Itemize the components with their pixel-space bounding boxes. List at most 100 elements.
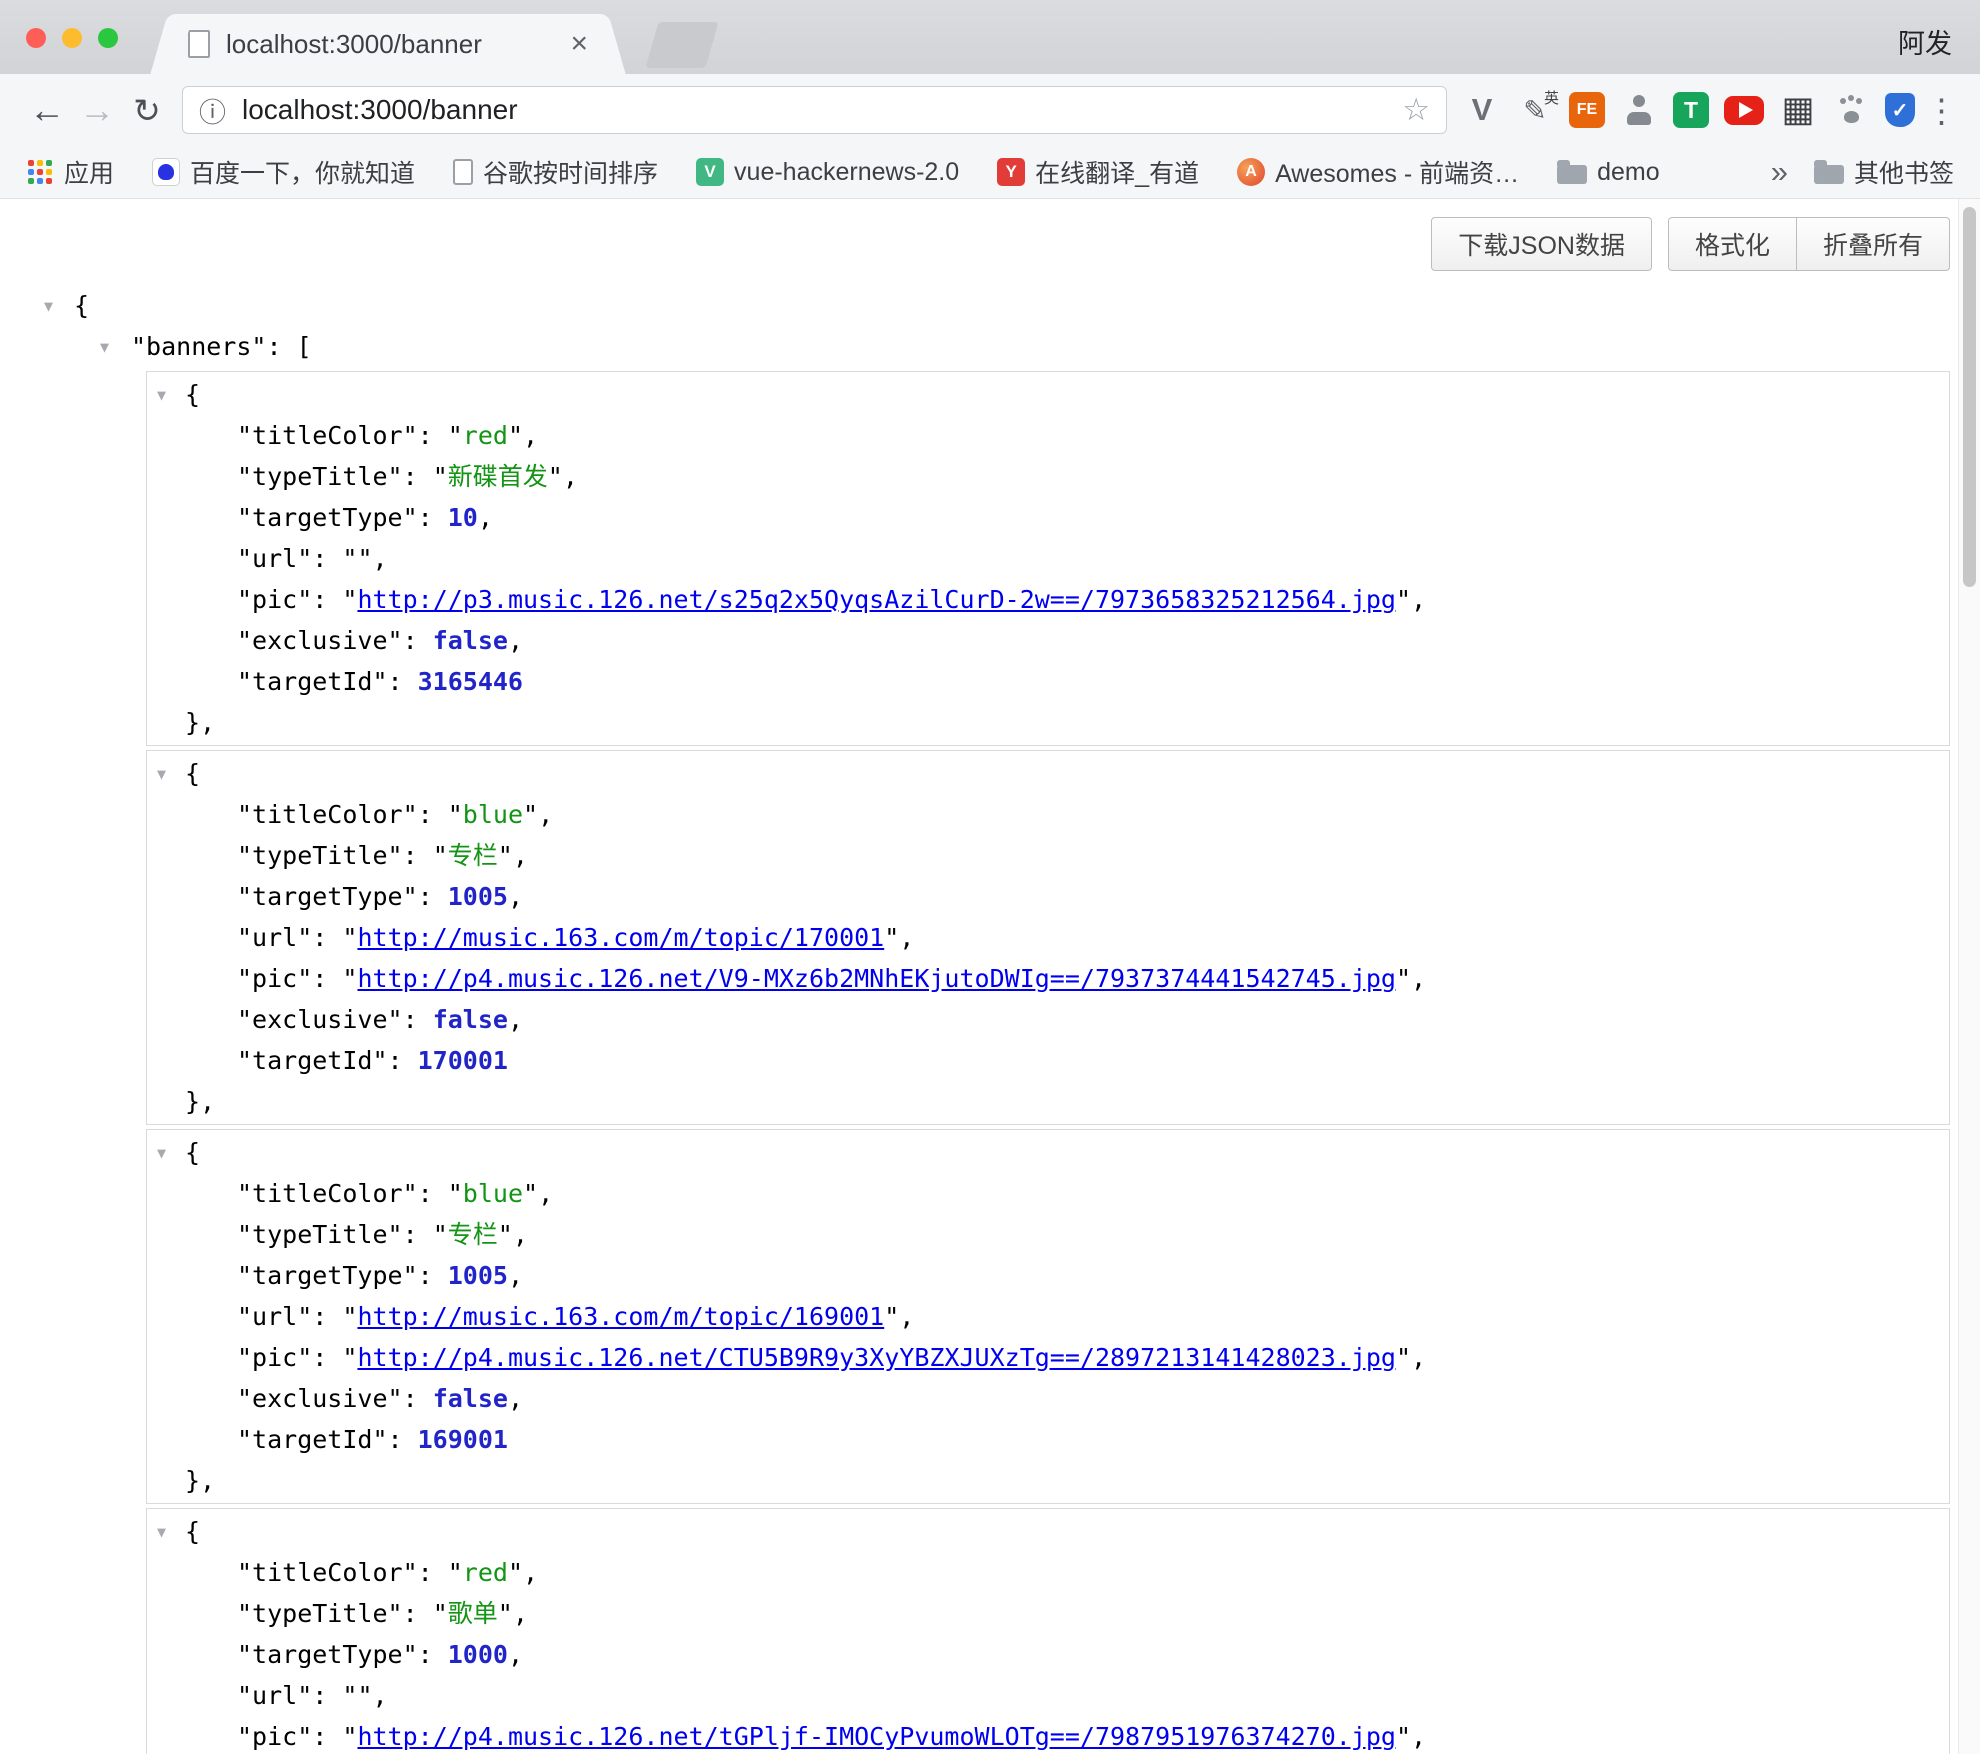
json-object: ▼{"titleColor": "blue","typeTitle": "专栏"… xyxy=(146,1129,1950,1504)
bookmark-star-icon[interactable]: ☆ xyxy=(1402,92,1430,128)
other-bookmarks[interactable]: 其他书签 xyxy=(1814,154,1954,190)
zoom-window-button[interactable] xyxy=(98,28,118,48)
collapse-triangle-icon[interactable]: ▼ xyxy=(157,1512,166,1553)
tab-title: localhost:3000/banner xyxy=(226,29,560,60)
browser-tab[interactable]: localhost:3000/banner × xyxy=(172,14,604,74)
json-url-link[interactable]: http://p4.music.126.net/CTU5B9R9y3XyYBZX… xyxy=(357,1343,1396,1372)
json-line: "exclusive": false, xyxy=(147,1378,1949,1419)
shield-check-icon[interactable]: ✓ xyxy=(1885,93,1915,127)
youtube-icon[interactable] xyxy=(1724,96,1764,125)
json-line: ▼{ xyxy=(0,285,1980,326)
json-url-link[interactable]: http://p4.music.126.net/tGPljf-IMOCyPvum… xyxy=(357,1722,1396,1751)
json-url-link[interactable]: http://p3.music.126.net/s25q2x5QyqsAzilC… xyxy=(357,585,1396,614)
json-line: "targetId": 3165446 xyxy=(147,661,1949,702)
collapse-all-button[interactable]: 折叠所有 xyxy=(1797,217,1950,271)
json-url-link[interactable]: http://p4.music.126.net/V9-MXz6b2MNhEKju… xyxy=(357,964,1396,993)
json-line: }, xyxy=(147,1081,1949,1122)
format-button[interactable]: 格式化 xyxy=(1668,217,1797,271)
json-line: "typeTitle": "专栏", xyxy=(147,1214,1949,1255)
bookmarks-overflow-icon[interactable]: » xyxy=(1771,154,1788,190)
json-url-link[interactable]: http://music.163.com/m/topic/170001 xyxy=(357,923,884,952)
translate-pen-icon[interactable]: ✎英 xyxy=(1516,91,1554,129)
json-line: "url": "", xyxy=(147,538,1949,579)
json-line: ▼"banners": [ xyxy=(0,326,1980,367)
paw-icon[interactable] xyxy=(1832,91,1870,129)
json-line: "pic": "http://p3.music.126.net/s25q2x5Q… xyxy=(147,579,1949,620)
json-line: ▼{ xyxy=(147,1511,1949,1552)
json-line: "titleColor": "red", xyxy=(147,415,1949,456)
bookmark-label: 应用 xyxy=(64,154,114,190)
collapse-triangle-icon[interactable]: ▼ xyxy=(44,286,53,327)
json-object: ▼{"titleColor": "blue","typeTitle": "专栏"… xyxy=(146,750,1950,1125)
other-bookmarks-label: 其他书签 xyxy=(1854,154,1954,190)
info-icon[interactable]: ⓘ xyxy=(199,91,226,130)
json-line: "targetType": 1005, xyxy=(147,1255,1949,1296)
omnibox[interactable]: ⓘ localhost:3000/banner ☆ xyxy=(182,86,1447,134)
v-icon[interactable]: V xyxy=(1463,91,1501,129)
format-button-group: 格式化 折叠所有 xyxy=(1668,217,1950,271)
json-line: "targetId": 169001 xyxy=(147,1419,1949,1460)
vue-icon: V xyxy=(696,158,724,186)
json-line: "targetType": 10, xyxy=(147,497,1949,538)
awesomes-icon: A xyxy=(1237,158,1265,186)
json-line: "pic": "http://p4.music.126.net/CTU5B9R9… xyxy=(147,1337,1949,1378)
json-line: }, xyxy=(147,702,1949,743)
bookmark-demo[interactable]: demo xyxy=(1557,158,1660,187)
menu-kebab-icon[interactable]: ⋮ xyxy=(1925,94,1958,127)
collapse-triangle-icon[interactable]: ▼ xyxy=(157,1133,166,1174)
json-line: "exclusive": false, xyxy=(147,620,1949,661)
scrollbar-thumb[interactable] xyxy=(1963,207,1976,587)
json-line: }, xyxy=(147,1460,1949,1501)
new-tab-button[interactable] xyxy=(645,22,718,68)
json-line: "targetType": 1000, xyxy=(147,1634,1949,1675)
json-line: "targetType": 1005, xyxy=(147,876,1949,917)
json-line: ▼{ xyxy=(147,753,1949,794)
bookmark-baidu[interactable]: 百度一下，你就知道 xyxy=(152,154,415,190)
folder-icon xyxy=(1557,165,1587,184)
qrcode-icon[interactable]: ▦ xyxy=(1779,91,1817,129)
json-line: "typeTitle": "歌单", xyxy=(147,1593,1949,1634)
json-line: "url": "", xyxy=(147,1675,1949,1716)
json-line: "exclusive": false, xyxy=(147,999,1949,1040)
back-icon[interactable]: ← xyxy=(22,92,72,128)
actions-bar: 下载JSON数据 格式化 折叠所有 xyxy=(0,199,1980,271)
json-line: "targetId": 170001 xyxy=(147,1040,1949,1081)
json-url-link[interactable]: http://music.163.com/m/topic/169001 xyxy=(357,1302,884,1331)
bookmark-apps[interactable]: 应用 xyxy=(26,154,114,190)
collapse-triangle-icon[interactable]: ▼ xyxy=(157,754,166,795)
reload-icon[interactable]: ↻ xyxy=(122,94,172,127)
fehelper-icon[interactable]: FE xyxy=(1569,92,1605,128)
minimize-window-button[interactable] xyxy=(62,28,82,48)
t-shield-icon[interactable]: T xyxy=(1673,92,1709,128)
bookmark-google-sort[interactable]: 谷歌按时间排序 xyxy=(453,154,658,190)
json-line: "typeTitle": "新碟首发", xyxy=(147,456,1949,497)
json-line: "typeTitle": "专栏", xyxy=(147,835,1949,876)
json-line: "pic": "http://p4.music.126.net/V9-MXz6b… xyxy=(147,958,1949,999)
json-object: ▼{"titleColor": "red","typeTitle": "新碟首发… xyxy=(146,371,1950,746)
profile-name[interactable]: 阿发 xyxy=(1898,22,1952,61)
json-line: "url": "http://music.163.com/m/topic/170… xyxy=(147,917,1949,958)
tab-strip: localhost:3000/banner × 阿发 xyxy=(0,0,1980,74)
bookmark-youdao-translate[interactable]: Y在线翻译_有道 xyxy=(997,154,1199,190)
json-tree: ▼{▼"banners": [▼{"titleColor": "red","ty… xyxy=(0,285,1980,1754)
bookmark-vue-hackernews[interactable]: Vvue-hackernews-2.0 xyxy=(696,158,959,187)
people-icon[interactable] xyxy=(1620,91,1658,129)
bookmark-label: 谷歌按时间排序 xyxy=(483,154,658,190)
forward-icon[interactable]: → xyxy=(72,92,122,128)
json-line: "titleColor": "red", xyxy=(147,1552,1949,1593)
collapse-triangle-icon[interactable]: ▼ xyxy=(100,327,109,368)
bookmark-awesomes[interactable]: AAwesomes - 前端资… xyxy=(1237,154,1519,190)
bookmark-label: 百度一下，你就知道 xyxy=(190,154,415,190)
bookmarks-bar: 应用 百度一下，你就知道 谷歌按时间排序 Vvue-hackernews-2.0 Y在线… xyxy=(0,146,1980,199)
traffic-lights xyxy=(26,28,118,48)
download-json-button[interactable]: 下载JSON数据 xyxy=(1431,217,1652,271)
baidu-icon xyxy=(152,158,180,186)
close-window-button[interactable] xyxy=(26,28,46,48)
page-icon xyxy=(188,30,210,58)
scrollbar[interactable] xyxy=(1958,199,1980,1754)
json-line: "pic": "http://p4.music.126.net/tGPljf-I… xyxy=(147,1716,1949,1754)
url-text[interactable]: localhost:3000/banner xyxy=(242,94,1402,126)
tab-close-icon[interactable]: × xyxy=(570,29,588,59)
youdao-icon: Y xyxy=(997,158,1025,186)
collapse-triangle-icon[interactable]: ▼ xyxy=(157,375,166,416)
